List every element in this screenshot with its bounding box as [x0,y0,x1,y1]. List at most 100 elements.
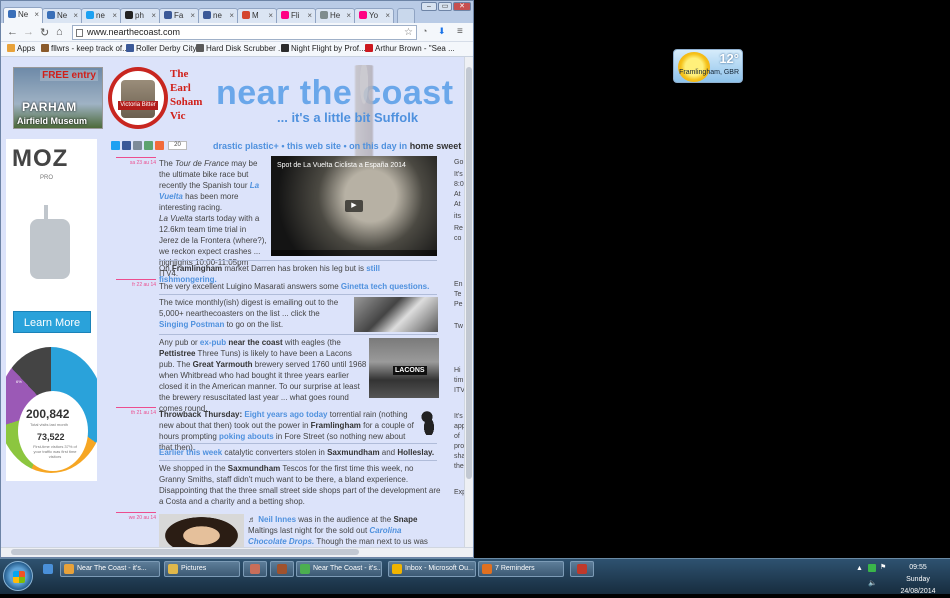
right-column-fragment: the [454,463,464,470]
clock-day: Sunday [906,576,930,583]
browser-tab[interactable]: ne × [81,8,121,23]
page-icon [76,29,83,37]
learn-more-button[interactable]: Learn More [13,311,91,333]
tab-close-icon[interactable]: × [151,9,156,23]
email-share-icon[interactable] [133,141,142,150]
tab-close-icon[interactable]: × [34,8,39,22]
horizontal-scroll-thumb[interactable] [11,549,359,555]
weather-gadget[interactable]: 12° Framlingham, GBR [673,49,743,83]
pinned-app-icon[interactable] [36,561,60,577]
browser-tab[interactable]: Yo × [354,8,394,23]
browser-tab[interactable]: M × [237,8,277,23]
taskbar-app-icon[interactable] [243,561,267,577]
nav-link-this-web-site[interactable]: this web site [287,141,341,151]
bookmark-item[interactable]: Apps [7,42,35,56]
browser-tab[interactable]: Ne × [42,8,82,23]
browser-tab[interactable]: ne × [198,8,238,23]
back-icon[interactable]: ← [7,26,18,38]
bookmark-label: fllwrs - keep track of... [51,44,129,53]
site-title[interactable]: near the coast [216,74,454,113]
twitter-share-icon[interactable] [111,141,120,150]
badge-ribbon: Victoria Bitter [118,101,158,110]
robot-icon [30,205,70,279]
nav-link-on-this-day[interactable]: on this day in [349,141,407,151]
bookmark-item[interactable]: Arthur Brown - "Sea ... [365,42,455,56]
parham-museum-ad[interactable]: FREE entry PARHAM Airfield Museum [13,67,103,129]
tab-close-icon[interactable]: × [190,9,195,23]
tray-volume-icon[interactable]: 🔈 [868,579,877,587]
maximize-button[interactable]: ▭ [438,2,452,11]
tab-label: ne [213,11,222,20]
nav-link-home-sweet-home[interactable]: home sweet home [410,141,464,151]
link-ginetta-tech[interactable]: Ginetta tech questions. [341,282,429,291]
first-time-visitors-label: First-time visitors 37% of your traffic … [33,444,77,459]
link-poking-abouts[interactable]: poking abouts [219,432,274,441]
taskbar-item-icon [300,564,310,574]
taskbar-filezilla-icon[interactable] [570,561,594,577]
browser-tab[interactable]: Fli × [276,8,316,23]
tab-close-icon[interactable]: × [307,9,312,23]
tab-label: Ne [57,11,68,20]
menu-icon[interactable]: ≡ [457,26,463,37]
taskbar-clock[interactable]: 09:55 Sunday 24/08/2014 [896,562,940,598]
addthis-share-icon[interactable] [155,141,164,150]
browser-tab[interactable]: He × [315,8,355,23]
home-icon[interactable]: ⌂ [56,26,63,38]
link-singing-postman[interactable]: Singing Postman [159,320,224,329]
play-icon[interactable]: ▶ [345,200,363,212]
link-neil-innes[interactable]: Neil Innes [258,515,296,524]
browser-tab[interactable]: Ne × [3,7,43,24]
bookmark-item[interactable]: Hard Disk Scrubber ... [196,42,285,56]
download-icon[interactable]: ⬇ [438,26,446,37]
browser-tab[interactable]: Fa × [159,8,199,23]
tab-close-icon[interactable]: × [112,9,117,23]
taskbar-item[interactable]: Inbox - Microsoft Ou... [388,561,476,577]
close-window-button[interactable]: ✕ [453,2,471,11]
taskbar-app-icon[interactable] [270,561,294,577]
taskbar-item[interactable]: Pictures [164,561,240,577]
bookmark-item[interactable]: fllwrs - keep track of... [41,42,129,56]
forward-icon[interactable]: → [23,26,34,38]
start-button[interactable] [3,561,33,591]
neil-innes-image[interactable] [159,514,244,547]
bookmark-star-icon[interactable]: ☆ [404,26,413,39]
print-share-icon[interactable] [144,141,153,150]
extension-icon[interactable]: ◔ [422,26,427,36]
moz-pro-ad[interactable]: MOZ PRO Learn More 6% 200,842 Total visi… [6,139,97,481]
right-column-fragment: It's [454,413,463,420]
lacons-image[interactable]: LACONS [369,338,439,398]
tray-network-icon[interactable]: ⚑ [880,563,886,571]
video-player[interactable]: Spot de La Vuelta Ciclista a España 2014… [271,156,437,256]
link-earlier-this-week[interactable]: Earlier this week [159,448,222,457]
nav-link-drastic-plastic[interactable]: drastic plastic+ [213,141,279,151]
tray-expand-icon[interactable]: ▲ [856,565,863,572]
new-tab-button[interactable] [397,8,415,23]
right-column-fragment: At [454,201,461,208]
tab-close-icon[interactable]: × [385,9,390,23]
address-bar[interactable]: www.nearthecoast.com ☆ [72,25,417,40]
tab-close-icon[interactable]: × [73,9,78,23]
bookmark-item[interactable]: Night Flight by Prof... [281,42,366,56]
pinned-ie-icon [43,564,53,574]
facebook-share-icon[interactable] [122,141,131,150]
tab-close-icon[interactable]: × [229,9,234,23]
tab-close-icon[interactable]: × [268,9,273,23]
link-ex-pub[interactable]: ex-pub [200,338,226,347]
taskbar-item[interactable]: Near The Coast - it's... [60,561,160,577]
ad-parham-subtitle: Airfield Museum [17,116,88,126]
minimize-button[interactable]: – [421,2,437,11]
vertical-scroll-thumb[interactable] [466,67,472,479]
bookmark-item[interactable]: Roller Derby City [126,42,196,56]
earl-soham-vic-text[interactable]: The Earl Soham Vic [170,67,202,123]
earl-soham-badge-ad[interactable]: Victoria Bitter [108,67,168,129]
right-column-fragment: pro [454,443,464,450]
link-eight-years-ago[interactable]: Eight years ago today [244,410,327,419]
tab-close-icon[interactable]: × [346,9,351,23]
taskbar-item[interactable]: 7 Reminders [478,561,564,577]
taskbar-item[interactable]: Near The Coast - it's... [296,561,382,577]
browser-tab[interactable]: ph × [120,8,160,23]
singing-postman-image[interactable] [354,297,438,332]
reload-icon[interactable]: ↻ [40,26,49,39]
taskbar-item-label: 7 Reminders [495,565,535,572]
tray-security-icon[interactable] [868,564,876,572]
